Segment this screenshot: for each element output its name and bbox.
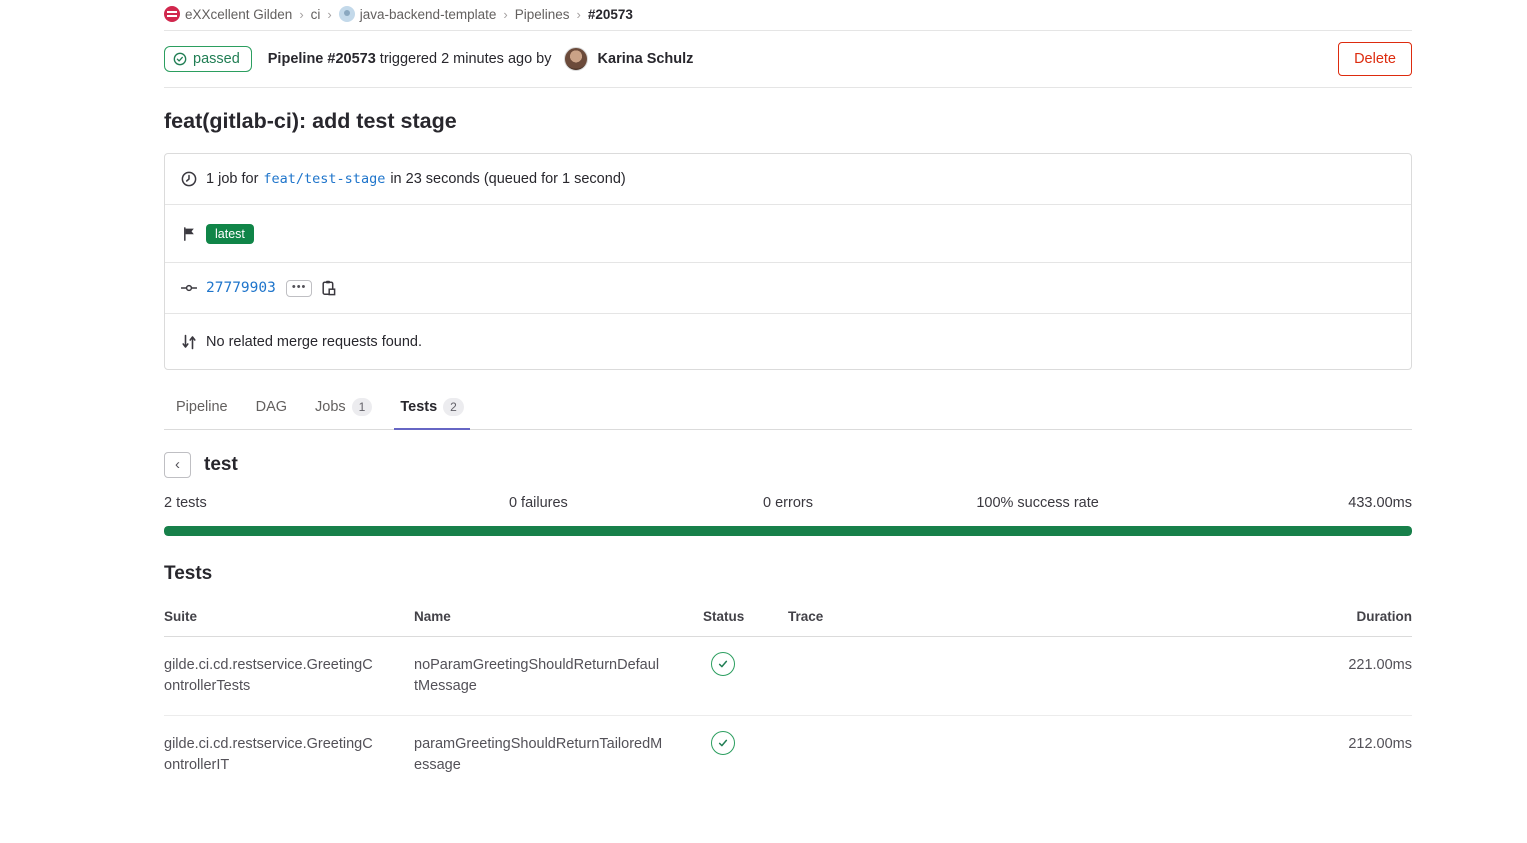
merge-request-icon xyxy=(181,334,197,350)
test-duration-cell: 212.00ms xyxy=(988,734,1412,755)
job-summary-prefix: 1 job for xyxy=(206,171,258,187)
user-name[interactable]: Karina Schulz xyxy=(598,51,694,67)
flag-icon xyxy=(181,226,197,242)
chevron-right-icon: › xyxy=(327,7,331,22)
branch-ref-link[interactable]: feat/test-stage xyxy=(263,171,385,187)
tab-pipeline-label: Pipeline xyxy=(176,399,228,415)
tab-dag[interactable]: DAG xyxy=(244,387,299,429)
pipeline-id-label: Pipeline #20573 xyxy=(268,51,376,67)
col-status: Status xyxy=(703,609,788,624)
breadcrumb-pipeline-id: #20573 xyxy=(588,7,633,22)
breadcrumb-pipelines-label: Pipelines xyxy=(515,7,570,22)
test-suite-name: test xyxy=(204,454,238,476)
summary-total-duration: 433.00ms xyxy=(1162,495,1412,511)
pipeline-info-card: 1 job for feat/test-stage in 23 seconds … xyxy=(164,153,1412,370)
commit-row: 27779903 ••• xyxy=(165,263,1411,314)
summary-errors: 0 errors xyxy=(663,495,913,511)
pipeline-meta: Pipeline #20573 triggered 2 minutes ago … xyxy=(268,47,694,71)
chevron-right-icon: › xyxy=(503,7,507,22)
col-name: Name xyxy=(414,609,703,624)
success-progress-fill xyxy=(164,526,1412,536)
breadcrumb-group-label: eXXcellent Gilden xyxy=(185,7,292,22)
tab-jobs[interactable]: Jobs 1 xyxy=(303,387,384,429)
pipeline-tabs: Pipeline DAG Jobs 1 Tests 2 xyxy=(164,387,1412,430)
user-avatar[interactable] xyxy=(564,47,588,71)
merge-requests-row: No related merge requests found. xyxy=(165,314,1411,369)
test-duration-cell: 221.00ms xyxy=(988,655,1412,676)
project-avatar-icon xyxy=(339,6,355,22)
latest-badge: latest xyxy=(206,224,254,244)
page-title: feat(gitlab-ci): add test stage xyxy=(164,109,1412,134)
tests-heading: Tests xyxy=(164,563,1412,585)
page-container: eXXcellent Gilden › ci › java-backend-te… xyxy=(164,0,1412,794)
group-avatar-icon xyxy=(164,6,180,22)
tab-tests[interactable]: Tests 2 xyxy=(388,387,476,429)
status-badge-label: passed xyxy=(193,51,240,67)
table-row: gilde.ci.cd.restservice.GreetingControll… xyxy=(164,637,1412,716)
col-suite: Suite xyxy=(164,609,414,624)
breadcrumb: eXXcellent Gilden › ci › java-backend-te… xyxy=(164,0,1412,31)
commit-expand-button[interactable]: ••• xyxy=(286,280,313,297)
tests-count-badge: 2 xyxy=(443,398,464,416)
commit-icon xyxy=(181,282,197,294)
job-summary-suffix: in 23 seconds (queued for 1 second) xyxy=(390,171,625,187)
summary-failures: 0 failures xyxy=(414,495,664,511)
test-name-cell: noParamGreetingShouldReturnDefaultMessag… xyxy=(414,655,703,697)
tests-table-header: Suite Name Status Trace Duration xyxy=(164,597,1412,637)
tab-pipeline[interactable]: Pipeline xyxy=(164,387,240,429)
merge-requests-text: No related merge requests found. xyxy=(206,334,422,350)
pipeline-header: passed Pipeline #20573 triggered 2 minut… xyxy=(164,31,1412,88)
job-summary-text: 1 job for feat/test-stage in 23 seconds … xyxy=(206,171,626,187)
col-trace: Trace xyxy=(788,609,988,624)
delete-button[interactable]: Delete xyxy=(1338,42,1412,76)
chevron-right-icon: › xyxy=(299,7,303,22)
jobs-count-badge: 1 xyxy=(352,398,373,416)
chevron-left-icon: ‹ xyxy=(175,457,180,472)
breadcrumb-project-label: java-backend-template xyxy=(360,7,497,22)
test-suite-header: ‹ test xyxy=(164,452,1412,478)
tab-jobs-label: Jobs xyxy=(315,399,346,415)
tab-tests-label: Tests xyxy=(400,399,437,415)
job-summary-row: 1 job for feat/test-stage in 23 seconds … xyxy=(165,154,1411,205)
breadcrumb-subgroup-label: ci xyxy=(311,7,321,22)
breadcrumb-pipelines[interactable]: Pipelines xyxy=(515,7,570,22)
col-duration: Duration xyxy=(988,609,1412,624)
back-button[interactable]: ‹ xyxy=(164,452,191,478)
breadcrumb-project[interactable]: java-backend-template xyxy=(339,6,497,22)
latest-badge-row: latest xyxy=(165,205,1411,263)
breadcrumb-subgroup[interactable]: ci xyxy=(311,7,321,22)
triggered-text: triggered 2 minutes ago by xyxy=(376,51,556,67)
test-summary: 2 tests 0 failures 0 errors 100% success… xyxy=(164,495,1412,511)
test-status-cell xyxy=(703,655,788,676)
table-row: gilde.ci.cd.restservice.GreetingControll… xyxy=(164,716,1412,794)
commit-sha-link[interactable]: 27779903 xyxy=(206,280,276,296)
status-passed-icon xyxy=(711,652,735,676)
test-status-cell xyxy=(703,734,788,755)
summary-success-rate: 100% success rate xyxy=(913,495,1163,511)
chevron-right-icon: › xyxy=(576,7,580,22)
tests-table: Suite Name Status Trace Duration gilde.c… xyxy=(164,597,1412,794)
clock-icon xyxy=(181,171,197,187)
pipeline-status-badge[interactable]: passed xyxy=(164,46,252,72)
test-name-cell: paramGreetingShouldReturnTailoredMessage xyxy=(414,734,703,776)
test-suite-cell: gilde.ci.cd.restservice.GreetingControll… xyxy=(164,655,414,697)
summary-tests-count: 2 tests xyxy=(164,495,414,511)
tab-dag-label: DAG xyxy=(256,399,287,415)
check-circle-icon xyxy=(173,52,187,66)
breadcrumb-group[interactable]: eXXcellent Gilden xyxy=(164,6,292,22)
status-passed-icon xyxy=(711,731,735,755)
test-suite-cell: gilde.ci.cd.restservice.GreetingControll… xyxy=(164,734,414,776)
copy-commit-icon[interactable] xyxy=(322,280,336,296)
success-progress-bar xyxy=(164,526,1412,536)
